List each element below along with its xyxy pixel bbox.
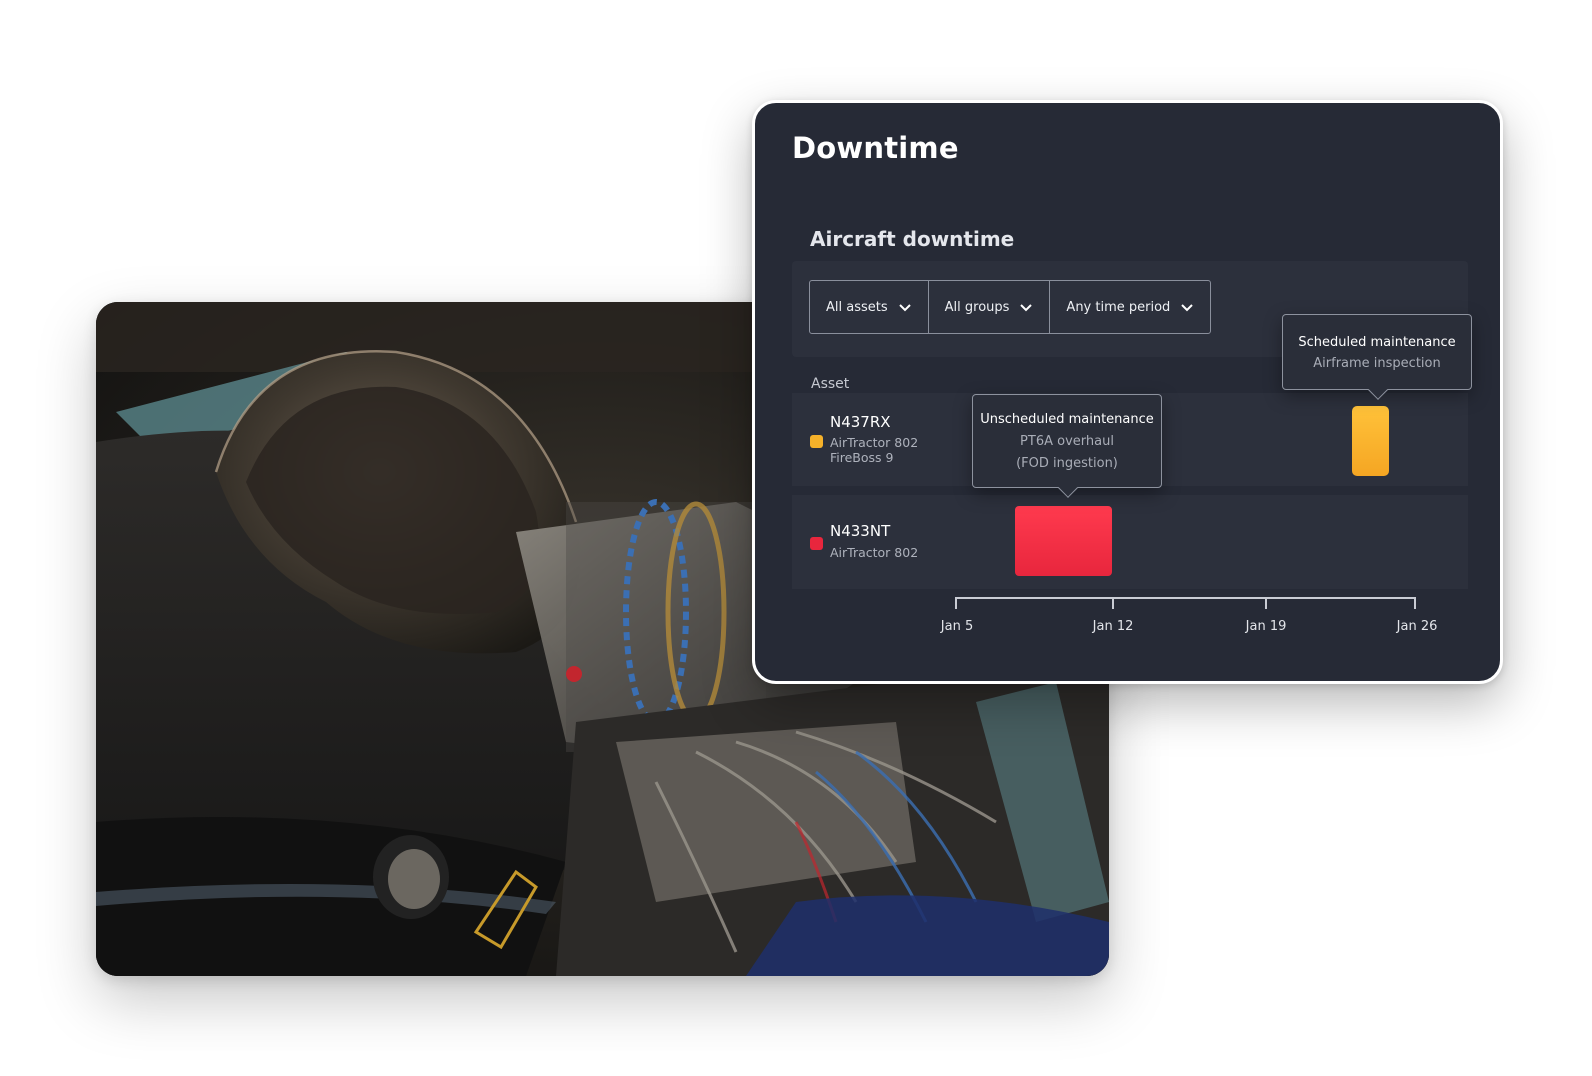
time-axis: Jan 5 Jan 12 Jan 19 Jan 26 [941,597,1437,634]
axis-tick-label: Jan 12 [1092,619,1134,634]
tooltip-line: PT6A overhaul [1020,434,1114,449]
status-dot [810,435,823,448]
table-row[interactable]: N433NT AirTractor 802 [792,495,1468,589]
filter-time-dropdown[interactable]: Any time period [1050,281,1210,333]
scheduled-tooltip: Scheduled maintenance Airframe inspectio… [1282,314,1472,400]
unscheduled-downtime-bar[interactable] [1015,506,1112,576]
filter-assets-label: All assets [826,299,888,315]
filter-groups-dropdown[interactable]: All groups [929,281,1051,333]
filter-time-label: Any time period [1066,299,1171,315]
filter-group: All assets All groups Any time period [809,280,1212,334]
asset-model: AirTractor 802 [830,435,919,450]
chevron-down-icon [1181,304,1194,312]
tooltip-line: Airframe inspection [1313,356,1441,371]
section-title: Aircraft downtime [810,227,1015,251]
unscheduled-tooltip: Unscheduled maintenance PT6A overhaul (F… [972,394,1162,498]
scheduled-downtime-bar[interactable] [1352,406,1389,476]
axis-tick-label: Jan 26 [1396,619,1438,634]
asset-name: N437RX [830,413,891,431]
asset-variant: FireBoss 9 [830,450,894,465]
chevron-down-icon [1020,304,1033,312]
axis-tick [1414,597,1416,609]
tooltip-title: Scheduled maintenance [1298,335,1456,350]
filter-groups-label: All groups [944,299,1010,315]
axis-tick-label: Jan 19 [1245,619,1287,634]
axis-line [955,597,1415,599]
status-dot [810,537,823,550]
axis-tick-label: Jan 5 [940,619,974,634]
asset-model: AirTractor 802 [830,545,919,560]
axis-tick [1112,597,1114,609]
axis-tick [955,597,957,609]
tooltip-title: Unscheduled maintenance [980,412,1154,427]
page-title: Downtime [792,131,959,165]
asset-name: N433NT [830,522,891,540]
asset-column-header: Asset [811,376,850,392]
chevron-down-icon [898,304,911,312]
tooltip-line: (FOD ingestion) [1016,456,1118,471]
filter-assets-dropdown[interactable]: All assets [810,281,929,333]
axis-tick [1265,597,1267,609]
